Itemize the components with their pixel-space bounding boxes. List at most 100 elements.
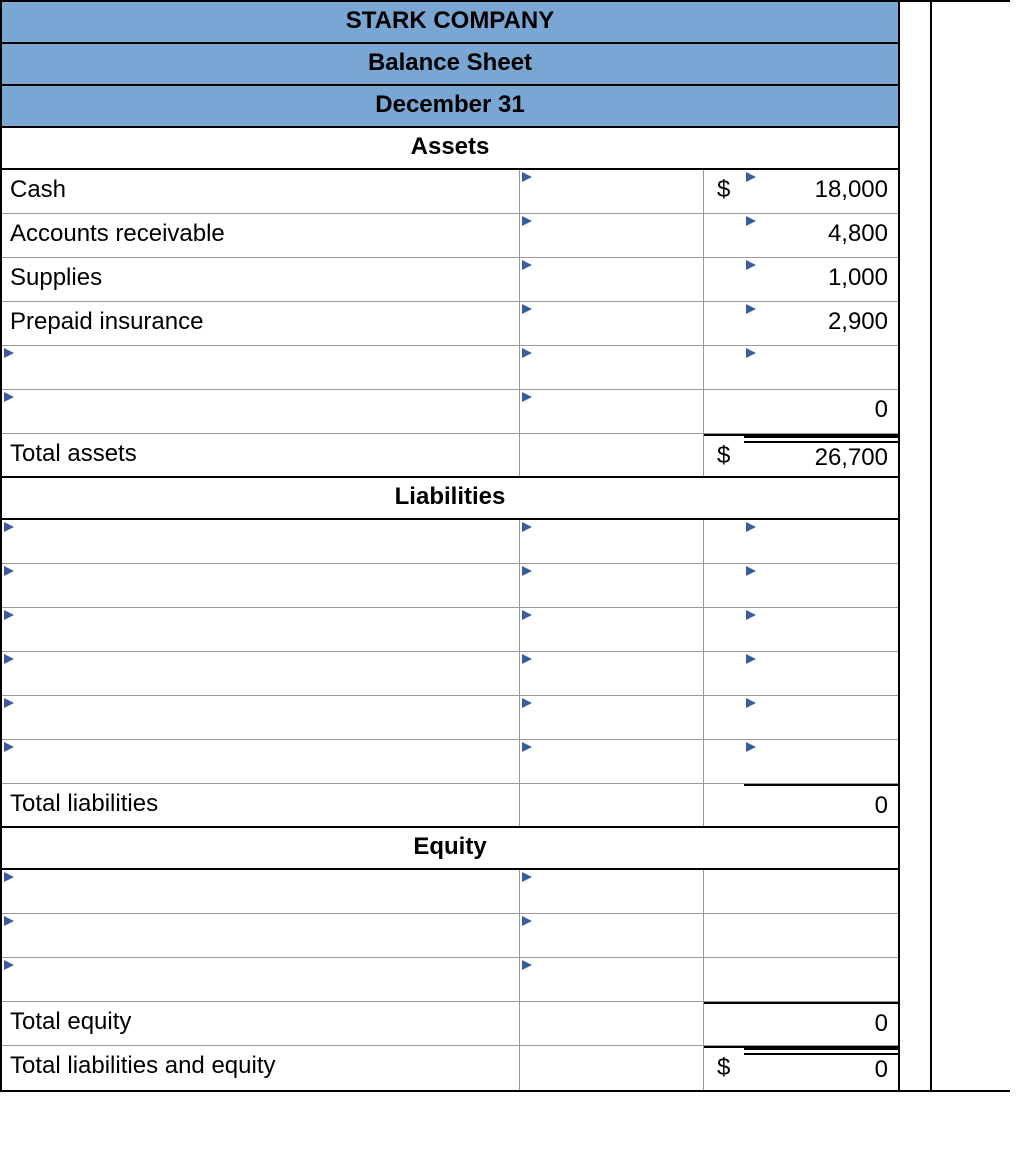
liability-label-input[interactable] xyxy=(2,740,520,783)
total-assets-symbol: $ xyxy=(704,434,744,476)
total-liabilities-equity-symbol: $ xyxy=(704,1046,744,1090)
asset-value-input[interactable] xyxy=(744,346,898,389)
equity-currency-symbol xyxy=(704,914,744,957)
asset-currency-symbol xyxy=(704,346,744,389)
total-equity-row: Total equity 0 xyxy=(2,1002,898,1046)
asset-row: 0 xyxy=(2,390,898,434)
asset-row: Prepaid insurance 2,900 xyxy=(2,302,898,346)
liability-currency-symbol xyxy=(704,608,744,651)
equity-row xyxy=(2,914,898,958)
total-equity-value: 0 xyxy=(744,1002,898,1045)
equity-value xyxy=(744,870,898,913)
liability-currency-symbol xyxy=(704,520,744,563)
liability-value-input[interactable] xyxy=(744,652,898,695)
liability-row xyxy=(2,652,898,696)
liability-label-input[interactable] xyxy=(2,696,520,739)
asset-value-input[interactable]: 1,000 xyxy=(744,258,898,301)
asset-label: Accounts receivable xyxy=(2,214,520,257)
liability-label-input[interactable] xyxy=(2,652,520,695)
liability-value-input[interactable] xyxy=(744,564,898,607)
company-header: STARK COMPANY xyxy=(2,2,898,44)
asset-mid-input[interactable] xyxy=(520,170,704,213)
asset-label: Cash xyxy=(2,170,520,213)
asset-value: 0 xyxy=(744,390,898,433)
liability-value-input[interactable] xyxy=(744,740,898,783)
liability-row xyxy=(2,696,898,740)
asset-label-input[interactable] xyxy=(2,390,520,433)
liability-mid-input[interactable] xyxy=(520,564,704,607)
total-liabilities-row: Total liabilities 0 xyxy=(2,784,898,828)
asset-label: Supplies xyxy=(2,258,520,301)
liability-row xyxy=(2,520,898,564)
total-assets-mid xyxy=(520,434,704,476)
asset-label: Prepaid insurance xyxy=(2,302,520,345)
asset-mid-input[interactable] xyxy=(520,302,704,345)
total-liabilities-value: 0 xyxy=(744,784,898,826)
liability-mid-input[interactable] xyxy=(520,740,704,783)
asset-currency-symbol xyxy=(704,302,744,345)
asset-row: Accounts receivable 4,800 xyxy=(2,214,898,258)
asset-currency-symbol: $ xyxy=(704,170,744,213)
equity-header-row: Equity xyxy=(2,828,898,870)
total-assets-row: Total assets $ 26,700 xyxy=(2,434,898,478)
asset-row xyxy=(2,346,898,390)
liability-mid-input[interactable] xyxy=(520,696,704,739)
equity-mid-input[interactable] xyxy=(520,914,704,957)
asset-mid-input[interactable] xyxy=(520,258,704,301)
equity-row xyxy=(2,870,898,914)
liability-value-input[interactable] xyxy=(744,696,898,739)
total-liabilities-mid xyxy=(520,784,704,826)
total-equity-mid xyxy=(520,1002,704,1045)
assets-header-row: Assets xyxy=(2,128,898,170)
liability-label-input[interactable] xyxy=(2,520,520,563)
equity-row xyxy=(2,958,898,1002)
total-equity-label: Total equity xyxy=(2,1002,520,1045)
total-equity-symbol xyxy=(704,1002,744,1045)
equity-mid-input[interactable] xyxy=(520,870,704,913)
liability-mid-input[interactable] xyxy=(520,608,704,651)
asset-mid-input[interactable] xyxy=(520,346,704,389)
liability-row xyxy=(2,564,898,608)
assets-header: Assets xyxy=(2,128,898,168)
asset-currency-symbol xyxy=(704,258,744,301)
statement-date: December 31 xyxy=(2,86,898,126)
balance-sheet: STARK COMPANY Balance Sheet December 31 … xyxy=(0,0,900,1092)
liability-currency-symbol xyxy=(704,652,744,695)
asset-currency-symbol xyxy=(704,214,744,257)
liability-mid-input[interactable] xyxy=(520,652,704,695)
asset-label-input[interactable] xyxy=(2,346,520,389)
equity-label-input[interactable] xyxy=(2,958,520,1001)
liability-row xyxy=(2,608,898,652)
total-liabilities-symbol xyxy=(704,784,744,826)
total-liabilities-label: Total liabilities xyxy=(2,784,520,826)
statement-date-row: December 31 xyxy=(2,86,898,128)
asset-currency-symbol xyxy=(704,390,744,433)
liability-mid-input[interactable] xyxy=(520,520,704,563)
total-liabilities-equity-value: 0 xyxy=(744,1046,898,1090)
liability-currency-symbol xyxy=(704,740,744,783)
liability-label-input[interactable] xyxy=(2,564,520,607)
total-liabilities-equity-mid xyxy=(520,1046,704,1090)
total-liabilities-equity-label: Total liabilities and equity xyxy=(2,1046,520,1090)
statement-title: Balance Sheet xyxy=(2,44,898,84)
equity-mid-input[interactable] xyxy=(520,958,704,1001)
asset-mid-input[interactable] xyxy=(520,214,704,257)
liability-value-input[interactable] xyxy=(744,608,898,651)
liability-value-input[interactable] xyxy=(744,520,898,563)
liability-currency-symbol xyxy=(704,564,744,607)
asset-row: Supplies 1,000 xyxy=(2,258,898,302)
equity-currency-symbol xyxy=(704,958,744,1001)
company-name: STARK COMPANY xyxy=(2,2,898,42)
equity-label-input[interactable] xyxy=(2,914,520,957)
equity-value xyxy=(744,958,898,1001)
total-liabilities-equity-row: Total liabilities and equity $ 0 xyxy=(2,1046,898,1090)
statement-title-row: Balance Sheet xyxy=(2,44,898,86)
liability-label-input[interactable] xyxy=(2,608,520,651)
liability-row xyxy=(2,740,898,784)
asset-value-input[interactable]: 4,800 xyxy=(744,214,898,257)
equity-label-input[interactable] xyxy=(2,870,520,913)
asset-value-input[interactable]: 2,900 xyxy=(744,302,898,345)
asset-value-input[interactable]: 18,000 xyxy=(744,170,898,213)
asset-mid-input[interactable] xyxy=(520,390,704,433)
total-assets-label: Total assets xyxy=(2,434,520,476)
